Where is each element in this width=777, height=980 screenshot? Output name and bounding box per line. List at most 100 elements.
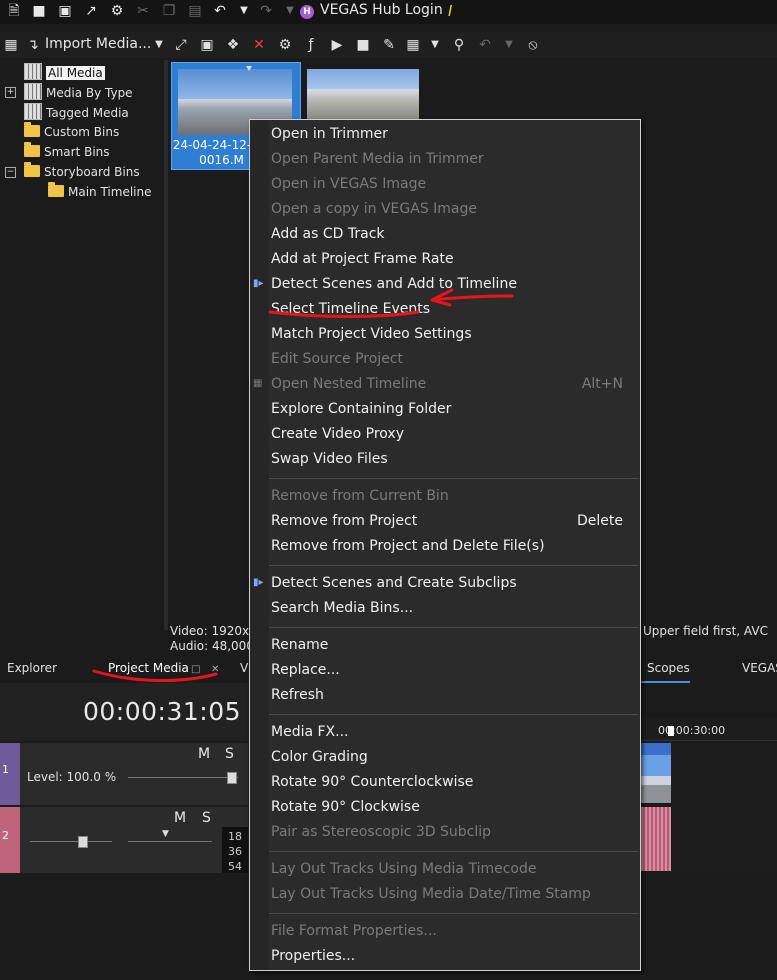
proxy-icon[interactable]: ❖ <box>224 36 242 54</box>
new-file-icon[interactable]: 🗎 <box>6 3 22 19</box>
save-icon[interactable]: ▣ <box>57 3 73 19</box>
tree-item-main-timeline[interactable]: Main Timeline <box>48 182 151 201</box>
menu-item-layout-timecode: Lay Out Tracks Using Media Timecode <box>271 861 537 877</box>
menu-item-media-fx[interactable]: Media FX... <box>271 720 623 744</box>
menu-separator <box>269 851 638 852</box>
timeline-track-area[interactable] <box>671 743 777 873</box>
fx-icon[interactable]: ƒ <box>302 36 320 54</box>
menu-item-add-at-frame-rate[interactable]: Add at Project Frame Rate <box>271 247 623 271</box>
tab-project-media[interactable]: Project Media <box>108 661 189 675</box>
close-icon[interactable]: ✕ <box>211 664 219 675</box>
hub-login-link[interactable]: VEGAS Hub Login <box>320 2 443 18</box>
properties-icon[interactable]: ⚙ <box>276 36 294 54</box>
notification-icon[interactable]: I <box>448 2 452 20</box>
menu-item-match-project-settings[interactable]: Match Project Video Settings <box>271 322 623 346</box>
media-window-icon[interactable]: ▦ <box>2 36 20 54</box>
tree-item-custom-bins[interactable]: Custom Bins <box>24 122 120 141</box>
menu-shortcut: Alt+N <box>581 376 623 392</box>
external-icon[interactable]: ↗ <box>83 3 99 19</box>
menu-item-replace[interactable]: Replace... <box>271 658 623 682</box>
solo-button[interactable]: S <box>202 810 211 826</box>
menu-item-create-video-proxy[interactable]: Create Video Proxy <box>271 422 623 446</box>
menu-item-remove-from-bin: Remove from Current Bin <box>271 488 449 504</box>
menu-item-properties[interactable]: Properties... <box>271 944 623 968</box>
tab-scopes[interactable]: Scopes <box>647 661 690 675</box>
level-slider[interactable] <box>128 777 238 778</box>
media-item-filename: 24-04-24-12- 0016.M <box>172 138 252 167</box>
track-number[interactable]: 2 <box>0 807 20 873</box>
pan-slider[interactable] <box>128 841 212 842</box>
track-number[interactable]: 1 <box>0 743 20 805</box>
trim-icon[interactable]: ⤢ <box>172 36 190 54</box>
menu-item-open-in-trimmer[interactable]: Open in Trimmer <box>271 122 623 146</box>
tab-explorer[interactable]: Explorer <box>7 661 57 675</box>
tree-item-all-media[interactable]: All Media <box>24 63 105 81</box>
level-slider-thumb[interactable] <box>227 772 237 784</box>
scene-detect-icon: ▮▸ <box>253 577 264 588</box>
chevron-down-icon[interactable]: ▼ <box>162 829 169 839</box>
collapse-icon[interactable]: − <box>5 167 16 178</box>
stop-icon[interactable]: ■ <box>354 36 372 54</box>
menu-item-remove-and-delete[interactable]: Remove from Project and Delete File(s) <box>271 534 623 558</box>
playhead-icon[interactable] <box>668 726 674 736</box>
menu-item-detect-scenes-subclips[interactable]: Detect Scenes and Create Subclips <box>271 571 623 595</box>
mute-button[interactable]: M <box>198 746 210 762</box>
timecode-display[interactable]: 00:00:31:05 <box>83 697 241 726</box>
tree-item-tagged-media[interactable]: Tagged Media <box>24 103 129 121</box>
undo-icon[interactable]: ↶ <box>212 3 228 19</box>
audio-track-header[interactable]: 2 M S ▼ 18 36 54 <box>0 807 248 873</box>
video-track-header[interactable]: 1 M S Level: 100.0 % <box>0 743 248 805</box>
volume-slider[interactable] <box>30 841 112 842</box>
dock-icon[interactable]: □ <box>191 664 200 675</box>
menu-item-open-in-vegas-image: Open in VEGAS Image <box>271 176 427 192</box>
capture-icon[interactable]: ▣ <box>198 36 216 54</box>
menu-item-remove-from-project[interactable]: Remove from Project Delete <box>271 509 623 533</box>
expand-icon[interactable]: + <box>5 87 16 98</box>
menu-item-detect-scenes-timeline[interactable]: Detect Scenes and Add to Timeline <box>271 272 623 296</box>
clear-search-icon[interactable]: ⦸ <box>524 36 542 54</box>
tab-vegas[interactable]: VEGAS <box>742 661 777 675</box>
menu-item-rotate-cw[interactable]: Rotate 90° Clockwise <box>271 795 623 819</box>
play-icon[interactable]: ▶ <box>328 36 346 54</box>
copy-icon: ❐ <box>162 3 176 19</box>
chevron-down-icon[interactable]: ▼ <box>150 36 168 54</box>
open-folder-icon[interactable]: ■ <box>31 3 47 19</box>
paste-icon: ▤ <box>188 3 202 19</box>
video-info: Video: 1920x1 <box>170 624 257 638</box>
auto-preview-icon[interactable]: ✎ <box>380 36 398 54</box>
import-icon[interactable]: ↴ <box>24 36 42 54</box>
media-icon <box>24 63 42 80</box>
video-event[interactable] <box>641 743 671 803</box>
audio-event[interactable] <box>641 807 671 871</box>
menu-item-color-grading[interactable]: Color Grading <box>271 745 623 769</box>
menu-item-rotate-ccw[interactable]: Rotate 90° Counterclockwise <box>271 770 623 794</box>
menu-item-search-media-bins[interactable]: Search Media Bins... <box>271 596 623 620</box>
import-media-button[interactable]: Import Media... <box>45 36 151 52</box>
delete-icon[interactable]: ✕ <box>250 36 268 54</box>
vegas-hub-icon[interactable]: H <box>300 5 314 19</box>
menu-item-explore-folder[interactable]: Explore Containing Folder <box>271 397 623 421</box>
menu-item-swap-video-files[interactable]: Swap Video Files <box>271 447 623 471</box>
menu-item-refresh[interactable]: Refresh <box>271 683 623 707</box>
menu-item-rename[interactable]: Rename <box>271 633 623 657</box>
menu-item-select-timeline-events[interactable]: Select Timeline Events <box>271 297 623 321</box>
volume-slider-thumb[interactable] <box>78 836 88 848</box>
tree-item-media-by-type[interactable]: Media By Type <box>24 83 133 101</box>
views-icon[interactable]: ▦ <box>404 36 422 54</box>
menu-icon-gutter <box>250 120 269 970</box>
search-icon[interactable]: ⚲ <box>450 36 468 54</box>
video-thumbnail[interactable] <box>307 69 419 119</box>
tab-v[interactable]: V <box>240 661 248 675</box>
solo-button[interactable]: S <box>225 746 234 762</box>
title-bar: 🗎 ■ ▣ ↗ ⚙ ✂ ❐ ▤ ↶ ▼ ↷ ▼ H VEGAS Hub Logi… <box>0 0 777 24</box>
mute-button[interactable]: M <box>174 810 186 826</box>
gear-icon[interactable]: ⚙ <box>109 3 125 19</box>
tree-item-smart-bins[interactable]: Smart Bins <box>24 142 110 161</box>
project-media-toolbar: ▦ ↴ Import Media... ▼ ⤢ ▣ ❖ ✕ ⚙ ƒ ▶ ■ ✎ … <box>0 32 777 58</box>
tree-item-label: Custom Bins <box>44 125 120 139</box>
chevron-down-icon[interactable]: ▼ <box>236 3 252 19</box>
chevron-down-icon[interactable]: ▼ <box>426 36 444 54</box>
tree-item-storyboard-bins[interactable]: Storyboard Bins <box>24 162 140 181</box>
menu-separator <box>269 714 638 715</box>
menu-item-add-cd-track[interactable]: Add as CD Track <box>271 222 623 246</box>
